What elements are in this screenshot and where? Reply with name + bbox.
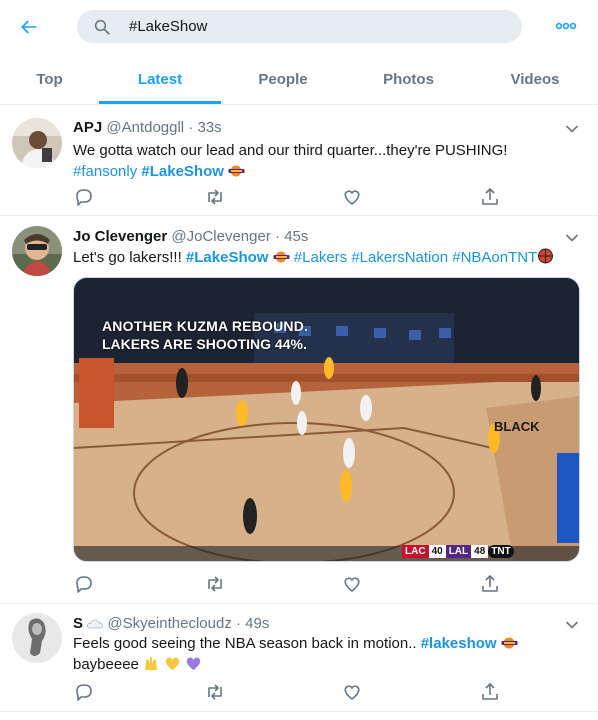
video-caption: ANOTHER KUZMA REBOUND. (102, 318, 309, 334)
hashtag-link[interactable]: #LakersNation (351, 249, 448, 266)
network-logo: TNT (488, 544, 514, 558)
reply-icon[interactable] (73, 573, 95, 595)
tab-photos[interactable]: Photos (345, 53, 472, 105)
team-name: LAC (402, 544, 429, 558)
search-tabs: Top Latest People Photos Videos (0, 53, 598, 105)
tweet-header: APJ @Antdoggll · 33s (73, 119, 222, 136)
tweet-actions (73, 186, 503, 208)
share-icon[interactable] (479, 573, 501, 595)
tweet-actions (73, 573, 503, 595)
hashtag-link[interactable]: #LakeShow (186, 249, 269, 266)
separator-dot: · (236, 615, 241, 632)
hashtag-link[interactable]: #lakeshow (421, 635, 497, 652)
lakers-emoji-icon (501, 637, 518, 649)
chevron-down-icon[interactable] (565, 124, 579, 134)
floor-text: BLACK (494, 419, 540, 434)
retweet-icon[interactable] (204, 573, 226, 595)
cloud-emoji-icon (87, 619, 104, 629)
video-caption: LAKERS ARE SHOOTING 44%. (102, 336, 307, 352)
reply-icon[interactable] (73, 186, 95, 208)
separator-dot: · (275, 228, 281, 245)
tweet-text-line: #fansonly #LakeShow (73, 161, 578, 182)
timestamp[interactable]: 45s (284, 228, 308, 245)
avatar[interactable] (12, 118, 62, 168)
tweet[interactable]: Jo Clevenger @JoClevenger · 45s Let's go… (0, 216, 598, 604)
tweet-text-line: We gotta watch our lead and our third qu… (73, 142, 508, 159)
tweet-text-line: Feels good seeing the NBA season back in… (73, 633, 578, 654)
chevron-down-icon[interactable] (565, 620, 579, 630)
avatar[interactable] (12, 613, 62, 663)
share-icon[interactable] (479, 186, 501, 208)
display-name[interactable]: APJ (73, 119, 102, 136)
hashtag-link[interactable]: #NBAonTNT (452, 249, 537, 266)
tweet[interactable]: APJ @Antdoggll · 33s We gotta watch our … (0, 106, 598, 216)
hashtag-link[interactable]: #Lakers (294, 249, 347, 266)
user-handle[interactable]: @JoClevenger (171, 228, 270, 245)
tweet-header: Jo Clevenger @JoClevenger · 45s (73, 228, 308, 245)
display-name[interactable]: Jo Clevenger (73, 228, 167, 245)
separator-dot: · (188, 119, 194, 136)
top-bar (0, 0, 598, 53)
search-icon (94, 19, 110, 35)
like-heart-icon[interactable] (341, 681, 363, 703)
tweet-actions (73, 681, 503, 703)
like-heart-icon[interactable] (341, 186, 363, 208)
user-handle[interactable]: @Skyeinthecloudz (107, 615, 231, 632)
tweet-text-span: baybeeee (73, 656, 139, 673)
chevron-down-icon[interactable] (565, 233, 579, 243)
hashtag-link[interactable]: #LakeShow (141, 163, 224, 180)
search-input[interactable] (129, 10, 499, 43)
retweet-icon[interactable] (204, 186, 226, 208)
timestamp[interactable]: 33s (197, 119, 221, 136)
team-score: 48 (471, 544, 489, 558)
display-name[interactable]: S (73, 615, 83, 632)
active-tab-indicator (99, 101, 221, 104)
tweet-text: Let's go lakers!!! #LakeShow #Lakers #La… (73, 247, 578, 268)
tweet-text-line: baybeeee (73, 654, 578, 675)
tweet-text-line: Let's go lakers!!! (73, 249, 182, 266)
retweet-icon[interactable] (204, 681, 226, 703)
scoreboard: LAC 40 LAL 48 TNT (402, 542, 514, 560)
team-name: LAL (445, 544, 472, 558)
tweet-text: We gotta watch our lead and our third qu… (73, 140, 578, 182)
more-dots-icon[interactable] (552, 15, 580, 37)
lakers-emoji-icon (228, 165, 245, 177)
avatar[interactable] (12, 226, 62, 276)
search-box[interactable] (77, 10, 522, 43)
video-player[interactable]: BLACK ANOTHER KUZMA REBOUND. LAKERS ARE … (73, 277, 580, 562)
tnt-emoji-icon (538, 248, 554, 264)
tweet-text: Feels good seeing the NBA season back in… (73, 633, 578, 675)
lakers-emoji-icon (273, 251, 290, 263)
raised-hands-emoji-icon (145, 657, 158, 670)
yellow-heart-emoji-icon (166, 657, 180, 670)
tab-top[interactable]: Top (0, 53, 99, 105)
team-score: 40 (428, 544, 446, 558)
back-button[interactable] (14, 12, 44, 42)
user-handle[interactable]: @Antdoggll (106, 119, 184, 136)
purple-heart-emoji-icon (187, 657, 201, 670)
arrow-left-icon (21, 20, 37, 34)
hashtag-link[interactable]: #fansonly (73, 163, 137, 180)
tab-latest[interactable]: Latest (99, 53, 221, 105)
reply-icon[interactable] (73, 681, 95, 703)
tweet-header: S @Skyeinthecloudz · 49s (73, 615, 269, 632)
share-icon[interactable] (479, 681, 501, 703)
tweet-text-span: Feels good seeing the NBA season back in… (73, 635, 417, 652)
tweet[interactable]: S @Skyeinthecloudz · 49s Feels good seei… (0, 604, 598, 712)
timestamp[interactable]: 49s (245, 615, 269, 632)
tab-videos[interactable]: Videos (472, 53, 598, 105)
like-heart-icon[interactable] (341, 573, 363, 595)
tab-people[interactable]: People (221, 53, 345, 105)
